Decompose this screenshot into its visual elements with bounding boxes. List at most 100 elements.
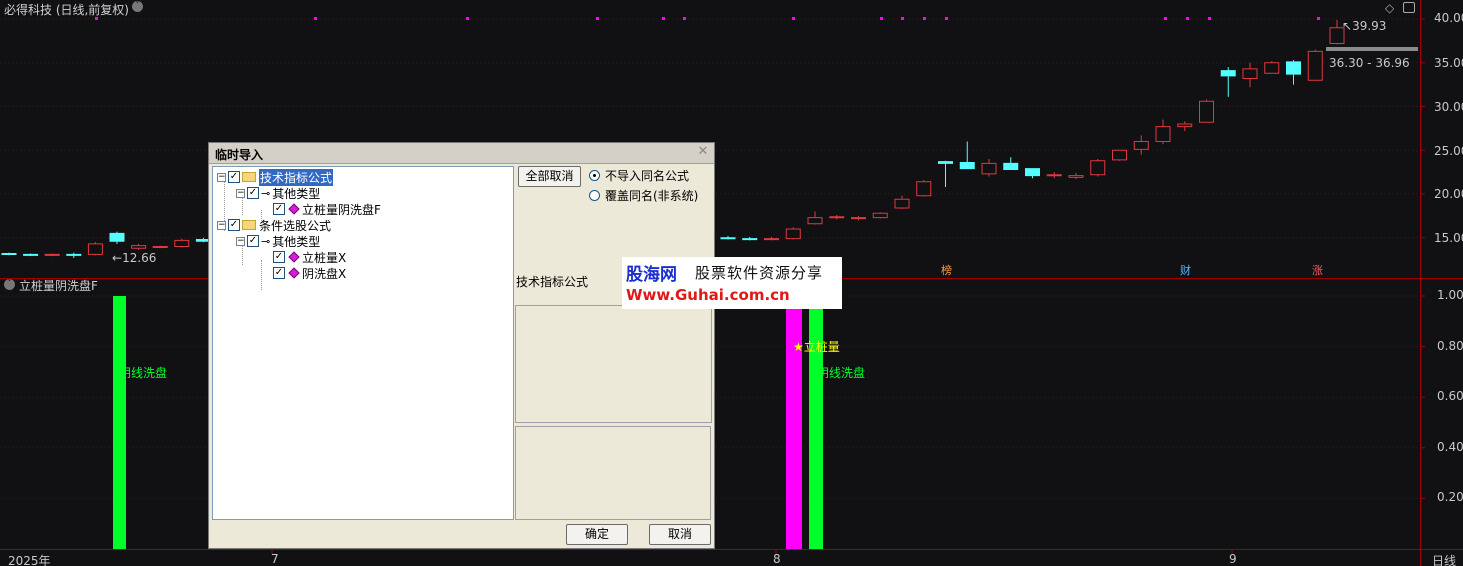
tree-node-category[interactable]: − ✓ ⊸ 其他类型 bbox=[236, 185, 320, 201]
event-dot bbox=[880, 17, 883, 20]
candle-body bbox=[1155, 126, 1171, 142]
tree-node-formula[interactable]: ✓ 立桩量X bbox=[273, 249, 346, 265]
event-dot bbox=[596, 17, 599, 20]
chevron-down-icon[interactable]: ˅ bbox=[132, 1, 143, 12]
import-dialog: 临时导入 ✕ − ✓ 技术指标公式 − ✓ ⊸ 其他类型 ✓ 立桩量阴洗盘F −… bbox=[208, 142, 715, 549]
indicator-signal-label: 阴线洗盘 bbox=[817, 366, 866, 380]
radio-no-import-same-name[interactable]: 不导入同名公式 bbox=[589, 167, 689, 184]
event-marker[interactable]: 财 bbox=[1180, 262, 1191, 278]
radio-label: 不导入同名公式 bbox=[605, 169, 690, 183]
candle-body bbox=[1112, 149, 1127, 161]
candle-body bbox=[1264, 62, 1280, 74]
candle-body bbox=[1220, 70, 1236, 77]
candle-body bbox=[872, 212, 888, 219]
collapse-icon[interactable]: − bbox=[236, 236, 245, 246]
checkbox[interactable]: ✓ bbox=[273, 267, 285, 279]
candle-body bbox=[1046, 174, 1062, 177]
price-tick: 15.00 bbox=[1434, 231, 1463, 245]
chart-title: 必得科技 (日线,前复权) bbox=[4, 3, 129, 17]
cancel-button[interactable]: 取消 bbox=[649, 524, 711, 545]
candle-body bbox=[1, 253, 17, 255]
tree-node-label: 阴洗盘X bbox=[302, 266, 347, 281]
candle-body bbox=[44, 253, 60, 256]
radio-label: 覆盖同名(非系统) bbox=[605, 189, 699, 203]
checkbox[interactable]: ✓ bbox=[228, 219, 240, 231]
high-price-label: ↖39.93 bbox=[1342, 19, 1387, 33]
radio-icon[interactable] bbox=[589, 190, 600, 201]
month-label: 8 bbox=[773, 552, 781, 566]
candle-body bbox=[764, 238, 779, 241]
collapse-icon[interactable]: − bbox=[236, 188, 245, 198]
tree-node-folder[interactable]: − ✓ 条件选股公式 bbox=[217, 217, 331, 233]
candle-body bbox=[1286, 61, 1301, 75]
candle-body bbox=[1199, 100, 1214, 123]
tree-node-category[interactable]: − ✓ ⊸ 其他类型 bbox=[236, 233, 320, 249]
candle-body bbox=[807, 217, 823, 225]
candle-body bbox=[742, 238, 758, 241]
event-dot bbox=[1186, 17, 1189, 20]
chevron-down-icon[interactable]: ˅ bbox=[4, 279, 15, 290]
folder-icon bbox=[242, 172, 256, 182]
event-marker[interactable]: 涨 bbox=[1312, 262, 1323, 278]
candle-body bbox=[1090, 160, 1106, 176]
collapse-icon[interactable]: − bbox=[217, 172, 226, 182]
event-dot bbox=[1164, 17, 1167, 20]
event-marker[interactable]: 榜 bbox=[941, 262, 952, 278]
candle-body bbox=[1133, 141, 1149, 150]
cancel-all-button[interactable]: 全部取消 bbox=[518, 166, 581, 187]
tree-node-label: 立桩量X bbox=[302, 250, 347, 265]
watermark-url: Www.Guhai.com.cn bbox=[626, 286, 790, 304]
checkbox[interactable]: ✓ bbox=[273, 203, 285, 215]
tree-node-formula[interactable]: ✓ 阴洗盘X bbox=[273, 265, 346, 281]
key-icon: ⊸ bbox=[261, 234, 271, 248]
indicator-tick: 1.00 bbox=[1437, 288, 1463, 302]
event-dot bbox=[945, 17, 948, 20]
checkbox[interactable]: ✓ bbox=[247, 187, 259, 199]
radio-icon[interactable] bbox=[589, 170, 600, 181]
indicator-bar bbox=[786, 296, 802, 549]
candle-body bbox=[1177, 123, 1193, 128]
tree-node-formula[interactable]: ✓ 立桩量阴洗盘F bbox=[273, 201, 381, 217]
indicator-tick: 0.80 bbox=[1437, 339, 1463, 353]
candle-body bbox=[66, 253, 82, 256]
collapse-icon[interactable]: − bbox=[217, 220, 226, 230]
formula-tree[interactable]: − ✓ 技术指标公式 − ✓ ⊸ 其他类型 ✓ 立桩量阴洗盘F − ✓ 条件选股… bbox=[212, 166, 514, 520]
radio-overwrite-same-name[interactable]: 覆盖同名(非系统) bbox=[589, 187, 698, 204]
event-dot bbox=[662, 17, 665, 20]
price-tick: 25.00 bbox=[1434, 144, 1463, 158]
price-tick: 35.00 bbox=[1434, 56, 1463, 70]
event-dot bbox=[466, 17, 469, 20]
candle-body bbox=[1242, 68, 1258, 79]
tree-node-label: 其他类型 bbox=[272, 234, 321, 249]
indicator-signal-label: 阴线洗盘 bbox=[119, 366, 168, 380]
formula-icon bbox=[288, 251, 300, 263]
event-dot bbox=[314, 17, 317, 20]
watermark: 股海网 股票软件资源分享 Www.Guhai.com.cn bbox=[622, 257, 842, 309]
checkbox[interactable]: ✓ bbox=[273, 251, 285, 263]
price-range-bar bbox=[1326, 47, 1418, 51]
formula-description-panel bbox=[515, 305, 712, 423]
checkbox[interactable]: ✓ bbox=[247, 235, 259, 247]
candle-body bbox=[152, 246, 168, 248]
tree-node-label: 其他类型 bbox=[272, 186, 321, 201]
candle-body bbox=[1307, 50, 1323, 81]
price-tick: 30.00 bbox=[1434, 100, 1463, 114]
candle-body bbox=[87, 243, 103, 255]
year-label: 2025年 bbox=[8, 554, 51, 566]
watermark-slogan: 股票软件资源分享 bbox=[695, 264, 824, 282]
close-icon[interactable]: ✕ bbox=[696, 145, 710, 159]
panel-toggle-icon[interactable] bbox=[1403, 2, 1415, 13]
tree-node-label: 条件选股公式 bbox=[259, 218, 332, 233]
event-dot bbox=[923, 17, 926, 20]
checkbox[interactable]: ✓ bbox=[228, 171, 240, 183]
dialog-titlebar[interactable]: 临时导入 ✕ bbox=[209, 143, 714, 164]
folder-icon bbox=[242, 220, 256, 230]
candle-body bbox=[1003, 162, 1019, 170]
price-tick: 40.00 bbox=[1434, 11, 1463, 25]
tree-node-folder[interactable]: − ✓ 技术指标公式 bbox=[217, 168, 334, 186]
indicator-tick: 0.40 bbox=[1437, 440, 1463, 454]
diamond-icon[interactable]: ◇ bbox=[1385, 1, 1394, 15]
candle-body bbox=[938, 161, 953, 164]
month-label: 9 bbox=[1229, 552, 1237, 566]
ok-button[interactable]: 确定 bbox=[566, 524, 628, 545]
